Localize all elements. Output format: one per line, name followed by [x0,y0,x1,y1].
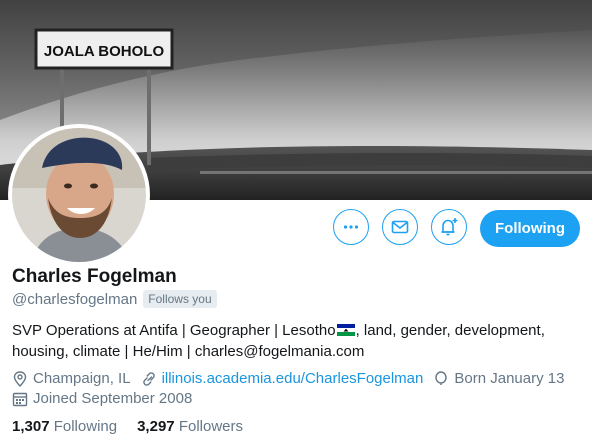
lesotho-flag-icon [336,324,355,336]
avatar[interactable] [8,124,150,266]
calendar-icon [12,392,28,406]
profile-name: Charles Fogelman [12,266,177,287]
birthday-item: Born January 13 [433,370,564,387]
bell-plus-icon [441,218,458,236]
following-button[interactable]: Following [480,210,580,247]
followers-stat[interactable]: 3,297 Followers [137,418,243,435]
joined-item: Joined September 2008 [12,390,192,407]
followers-label: Followers [178,418,243,435]
joined-text: Joined September 2008 [33,390,193,407]
message-button[interactable] [382,209,418,245]
follows-you-badge: Follows you [143,290,217,308]
bio-text-1: SVP Operations at Antifa | Geographer | … [12,322,336,339]
banner-sign-text: JOALA BOHOLO [44,43,165,60]
location-text: Champaign, IL [33,370,131,387]
following-count: 1,307 [12,418,50,435]
website-link[interactable]: illinois.academia.edu/CharlesFogelman [162,370,424,387]
more-button[interactable] [333,209,369,245]
profile-meta-row: Champaign, IL illinois.academia.edu/Char… [12,370,574,387]
handle-row: @charlesfogelman Follows you [12,290,217,308]
followers-count: 3,297 [137,418,175,435]
birthday-text: Born January 13 [454,370,565,387]
location-pin-icon [13,370,27,387]
location-item: Champaign, IL [12,370,131,387]
joined-row: Joined September 2008 [12,390,202,407]
link-icon [142,371,155,386]
more-dots-icon [343,225,359,229]
website-item: illinois.academia.edu/CharlesFogelman [141,370,424,387]
profile-handle: @charlesfogelman [12,290,138,308]
following-label: Following [53,418,118,435]
balloon-icon [435,370,448,385]
envelope-icon [391,220,409,234]
following-stat[interactable]: 1,307 Following [12,418,117,435]
notifications-button[interactable] [431,209,467,245]
profile-stats: 1,307 Following 3,297 Followers [12,418,263,435]
profile-bio: SVP Operations at Antifa | Geographer | … [12,320,582,362]
